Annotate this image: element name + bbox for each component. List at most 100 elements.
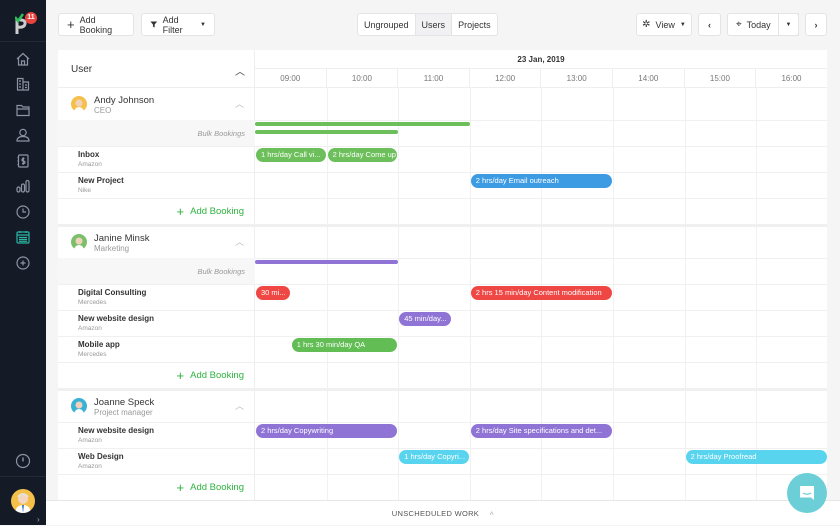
booking-bar[interactable]: 2 hrs/day Site specifications and det... <box>470 424 612 438</box>
user-name[interactable]: Andy Johnson <box>94 95 154 106</box>
user-column-header[interactable]: User ︿ <box>58 50 255 88</box>
booking-bar[interactable]: 2 hrs 15 min/day Content modification <box>470 286 612 300</box>
row-divider <box>58 284 827 285</box>
avatar-face-icon <box>74 401 84 414</box>
project-name[interactable]: New Project <box>78 176 124 185</box>
invoice-icon <box>17 154 29 168</box>
chevron-left-icon: ‹ <box>708 19 711 30</box>
booking-bar[interactable]: 2 hrs/day Come up with 10 subjects f... <box>327 148 398 162</box>
booking-bar[interactable]: 1 hrs 30 min/day QA <box>291 338 398 352</box>
booking-bar[interactable]: 1 hrs/day Call vi... <box>256 148 326 162</box>
sidebar-item-timesheets[interactable] <box>0 199 46 225</box>
sidebar-item-add[interactable] <box>0 250 46 276</box>
plus-icon: + <box>176 204 185 219</box>
booking-bar[interactable]: 45 min/day... <box>399 312 451 326</box>
current-user-avatar[interactable] <box>11 489 35 513</box>
project-name[interactable]: New website design <box>78 314 154 323</box>
view-button[interactable]: ✲ View ▼ <box>636 13 692 36</box>
bar-chart-icon <box>16 180 30 193</box>
row-divider <box>58 146 827 147</box>
project-name[interactable]: Web Design <box>78 452 124 461</box>
user-avatar <box>71 398 87 414</box>
expand-sidebar-icon[interactable]: › <box>37 515 40 524</box>
power-icon[interactable] <box>15 453 31 469</box>
sidebar-item-invoices[interactable] <box>0 148 46 174</box>
schedule-board: User ︿ Andy Johnson CEO ︿ Inbox Amazon New Pr… <box>58 50 827 500</box>
hour-label: 11:00 <box>398 69 470 88</box>
grouping-users[interactable]: Users <box>414 14 453 35</box>
next-button[interactable]: › <box>805 13 827 36</box>
hour-gridline <box>326 88 328 500</box>
project-client: Amazon <box>78 437 102 444</box>
collapse-user-chevron-icon[interactable]: ︿ <box>235 399 244 412</box>
add-booking-link[interactable]: + Add Booking <box>177 368 244 383</box>
user-icon <box>16 128 30 142</box>
booking-bar[interactable]: 30 mi... <box>256 286 290 300</box>
filter-icon <box>150 21 158 28</box>
hour-label: 10:00 <box>327 69 399 88</box>
booking-bar[interactable]: 2 hrs/day Email outreach <box>470 174 612 188</box>
sidebar-item-schedule[interactable] <box>0 225 46 251</box>
sidebar-nav <box>0 46 46 276</box>
bulk-booking-bar[interactable] <box>255 260 399 264</box>
bulk-booking-bar[interactable] <box>255 130 399 134</box>
clock-icon <box>16 205 30 219</box>
sidebar-item-companies[interactable] <box>0 72 46 98</box>
hours-header: 09:00 10:00 11:00 12:00 13:00 14:00 15:00 16:00 <box>255 69 827 88</box>
sidebar-item-reports[interactable] <box>0 174 46 200</box>
user-name[interactable]: Joanne Speck <box>94 397 154 408</box>
sidebar-item-people[interactable] <box>0 123 46 149</box>
app-logo[interactable]: 11 <box>0 0 46 42</box>
add-booking-link[interactable]: + Add Booking <box>177 204 244 219</box>
row-divider <box>58 172 827 173</box>
add-booking-link[interactable]: + Add Booking <box>177 480 244 495</box>
project-name[interactable]: Mobile app <box>78 340 120 349</box>
user-avatar <box>71 96 87 112</box>
row-divider <box>58 474 827 475</box>
row-divider <box>58 362 827 363</box>
previous-button[interactable]: ‹ <box>698 13 721 36</box>
add-booking-label: Add Booking <box>79 14 113 35</box>
caret-down-icon: ▼ <box>200 21 206 28</box>
hour-label: 13:00 <box>541 69 613 88</box>
sidebar-item-projects[interactable] <box>0 97 46 123</box>
avatar-face-icon <box>74 237 84 250</box>
user-separator <box>58 224 827 227</box>
chevron-right-icon: › <box>814 19 818 30</box>
sidebar-divider <box>0 476 46 477</box>
collapse-user-chevron-icon[interactable]: ︿ <box>235 235 244 248</box>
add-filter-label: Add Filter <box>162 14 183 35</box>
project-name[interactable]: Inbox <box>78 150 99 159</box>
add-booking-label: Add Booking <box>190 482 244 493</box>
today-dropdown[interactable]: ▼ <box>778 13 799 36</box>
project-name[interactable]: Digital Consulting <box>78 288 146 297</box>
chat-launcher-button[interactable] <box>787 473 827 513</box>
row-divider <box>58 448 827 449</box>
caret-down-icon: ▼ <box>785 21 792 28</box>
grouping-projects[interactable]: Projects <box>452 14 497 35</box>
unscheduled-work-panel[interactable]: UNSCHEDULED WORK ˄ <box>46 500 840 525</box>
add-circle-icon <box>16 256 30 270</box>
chevron-up-icon[interactable]: ︿ <box>235 63 245 78</box>
plus-icon: + <box>67 16 75 32</box>
booking-bar[interactable]: 2 hrs/day Copywriting <box>256 424 398 438</box>
grouping-ungrouped[interactable]: Ungrouped <box>358 14 415 35</box>
collapse-user-chevron-icon[interactable]: ︿ <box>235 97 244 110</box>
booking-bar[interactable]: 2 hrs/day Proofread <box>685 450 827 464</box>
calendar-icon <box>16 231 30 244</box>
bulk-booking-bar[interactable] <box>255 122 470 126</box>
notification-badge[interactable]: 11 <box>25 12 37 24</box>
caret-down-icon: ▼ <box>679 21 686 28</box>
user-avatar <box>71 234 87 250</box>
add-booking-button[interactable]: + Add Booking <box>58 13 134 36</box>
today-label: Today <box>746 19 771 30</box>
project-client: Mercedes <box>78 351 107 358</box>
plus-icon: + <box>176 480 185 495</box>
sidebar-item-home[interactable] <box>0 46 46 72</box>
user-name[interactable]: Janine Minsk <box>94 233 149 244</box>
project-name[interactable]: New website design <box>78 426 154 435</box>
hour-gridline <box>756 88 758 500</box>
chevron-up-icon: ˄ <box>489 509 495 518</box>
add-filter-button[interactable]: Add Filter ▼ <box>141 13 215 36</box>
booking-bar[interactable]: 1 hrs/day Copyri... <box>399 450 469 464</box>
